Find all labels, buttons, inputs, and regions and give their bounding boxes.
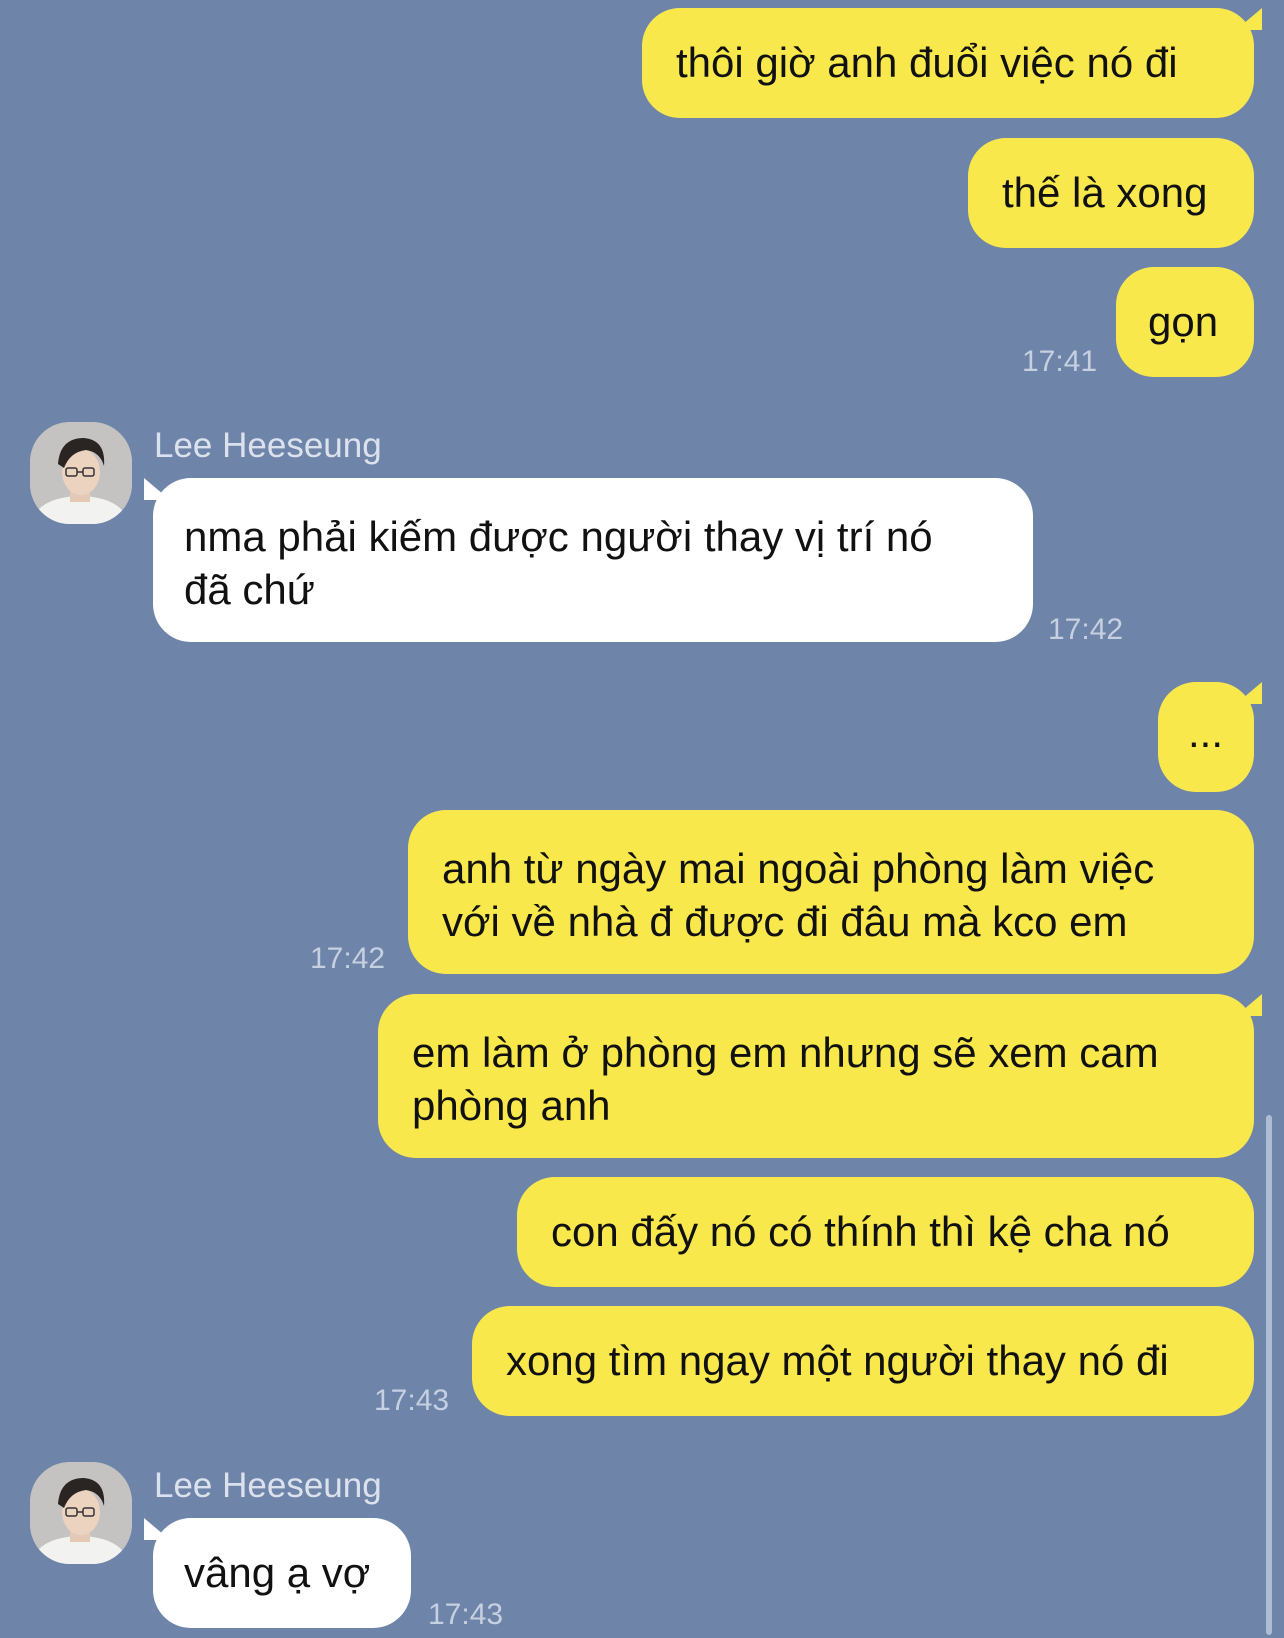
outgoing-message[interactable]: xong tìm ngay một người thay nó đi — [472, 1306, 1254, 1416]
message-text: thôi giờ anh đuổi việc nó đi — [676, 39, 1178, 86]
timestamp: 17:42 — [1048, 613, 1124, 646]
avatar-portrait-icon — [30, 422, 132, 524]
timestamp: 17:42 — [310, 942, 386, 975]
incoming-message[interactable]: vâng ạ vợ — [153, 1518, 411, 1628]
message-text-line: phòng anh — [412, 1082, 611, 1129]
message-text: thế là xong — [1002, 169, 1208, 216]
outgoing-message[interactable]: con đấy nó có thính thì kệ cha nó — [517, 1177, 1254, 1287]
outgoing-message[interactable]: thế là xong — [968, 138, 1254, 248]
outgoing-message[interactable]: anh từ ngày mai ngoài phòng làm việc với… — [408, 810, 1254, 974]
bubble-tail — [1236, 682, 1262, 704]
timestamp: 17:41 — [1022, 345, 1098, 378]
outgoing-message[interactable]: em làm ở phòng em nhưng sẽ xem cam phòng… — [378, 994, 1254, 1158]
avatar-portrait-icon — [30, 1462, 132, 1564]
contact-avatar[interactable] — [30, 1462, 132, 1564]
outgoing-message[interactable]: thôi giờ anh đuổi việc nó đi — [642, 8, 1254, 118]
contact-name: Lee Heeseung — [154, 426, 382, 465]
timestamp: 17:43 — [428, 1598, 504, 1631]
contact-name: Lee Heeseung — [154, 1466, 382, 1505]
message-text-line: anh từ ngày mai ngoài phòng làm việc — [442, 845, 1155, 892]
message-text-line: em làm ở phòng em nhưng sẽ xem cam — [412, 1029, 1159, 1076]
scrollbar-thumb[interactable] — [1266, 1115, 1272, 1635]
message-text: xong tìm ngay một người thay nó đi — [506, 1337, 1169, 1384]
message-text-line: nma phải kiếm được người thay vị trí nó — [184, 513, 933, 560]
incoming-message[interactable]: nma phải kiếm được người thay vị trí nó … — [153, 478, 1033, 642]
bubble-tail — [1236, 8, 1262, 30]
bubble-tail — [1236, 994, 1262, 1016]
message-text-line: đã chứ — [184, 566, 315, 613]
message-text: gọn — [1148, 298, 1219, 345]
contact-avatar[interactable] — [30, 422, 132, 524]
outgoing-message[interactable]: gọn — [1116, 267, 1254, 377]
message-text: ... — [1188, 709, 1224, 756]
timestamp: 17:43 — [374, 1384, 450, 1417]
message-text: vâng ạ vợ — [184, 1549, 371, 1596]
message-text-line: với về nhà đ được đi đâu mà kco em — [442, 898, 1128, 945]
message-text: con đấy nó có thính thì kệ cha nó — [551, 1208, 1170, 1255]
